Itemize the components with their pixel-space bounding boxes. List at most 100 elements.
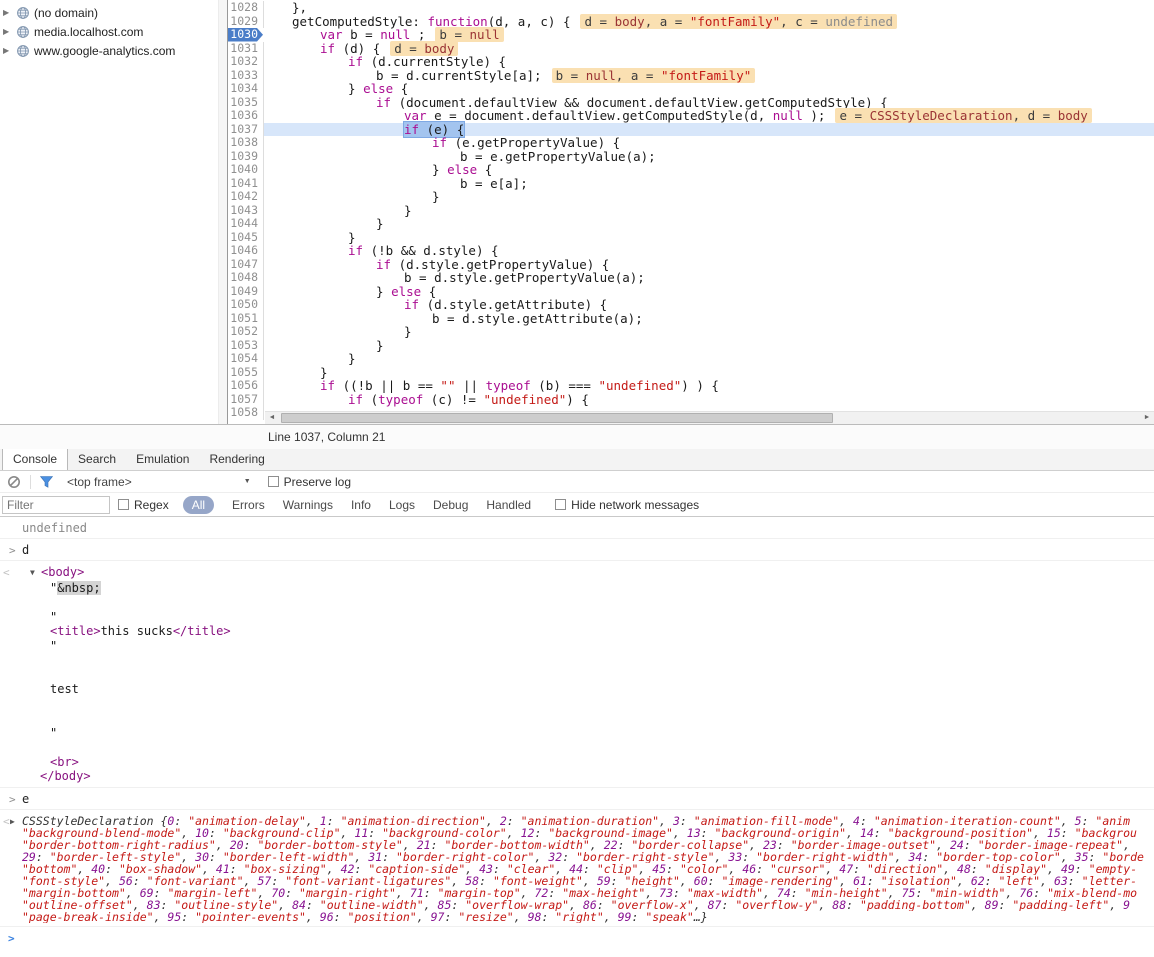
scroll-right-icon[interactable]: ► [1140, 412, 1154, 424]
file-tree-item[interactable]: ▶ www.google-analytics.com [0, 41, 227, 60]
expand-triangle-icon[interactable]: ▶ [10, 817, 15, 826]
filter-funnel-icon[interactable] [40, 475, 53, 488]
result-text: undefined [22, 521, 88, 535]
dom-tree-line [30, 697, 1148, 712]
dom-tree-line: <title>this sucks</title> [50, 624, 231, 638]
line-number[interactable]: 1045 [228, 230, 264, 244]
scroll-left-icon[interactable]: ◄ [265, 412, 279, 424]
result-marker-icon: < [3, 814, 10, 828]
sidebar-scrollbar[interactable] [218, 0, 227, 424]
line-number[interactable]: 1041 [228, 176, 264, 190]
preserve-log-toggle[interactable]: Preserve log [267, 474, 352, 489]
preserve-log-label: Preserve log [283, 474, 352, 489]
code-lines: 1028}, 1029 getComputedStyle: function(d, … [228, 0, 1154, 420]
toolbar-divider [30, 474, 31, 489]
horizontal-scrollbar[interactable]: ◄ ► [265, 411, 1154, 424]
tab-rendering[interactable]: Rendering [199, 449, 274, 470]
line-number[interactable]: 1040 [228, 162, 264, 177]
hide-network-toggle[interactable]: Hide network messages [555, 498, 699, 512]
level-filter-all[interactable]: All [182, 495, 215, 514]
line-number[interactable]: 1058 [228, 405, 264, 420]
line-number[interactable]: 1031 [228, 41, 264, 55]
code-line: 1046 if (!b && d.style) { [228, 243, 1154, 258]
dom-tree-line: <br> [50, 754, 79, 769]
frame-selector[interactable]: <top frame> ▼ [67, 475, 251, 489]
debugger-value-annotation: e = CSSStyleDeclaration, d = body [835, 108, 1092, 123]
chevron-down-icon: ▼ [243, 478, 251, 485]
line-number[interactable]: 1048 [228, 270, 264, 285]
line-number[interactable]: 1032 [228, 54, 264, 69]
level-filter-errors[interactable]: Errors [232, 498, 265, 512]
tab-search[interactable]: Search [68, 449, 126, 470]
tab-emulation[interactable]: Emulation [126, 449, 199, 470]
clear-console-icon[interactable] [7, 475, 21, 489]
code-line: 1047 if (d.style.getPropertyValue) { [228, 257, 1154, 271]
input-marker-icon: > [9, 544, 16, 557]
domain-label: media.localhost.com [34, 24, 144, 39]
level-filter-handled[interactable]: Handled [486, 498, 531, 512]
domain-label: www.google-analytics.com [34, 43, 176, 58]
level-filter-warnings[interactable]: Warnings [283, 498, 333, 512]
line-number[interactable]: 1051 [228, 311, 264, 325]
line-number[interactable]: 1042 [228, 189, 264, 204]
globe-icon [17, 6, 29, 19]
line-number[interactable]: 1055 [228, 365, 264, 379]
code-line: 1056 if ((!b || b == "" || typeof (b) ===… [228, 378, 1154, 393]
disclosure-triangle-icon: ▶ [3, 27, 10, 36]
code-line: 1052} [228, 324, 1154, 339]
line-number[interactable]: 1034 [228, 81, 264, 96]
globe-icon [17, 25, 29, 38]
line-number[interactable]: 1039 [228, 149, 264, 163]
console-prompt[interactable]: > [0, 927, 1154, 957]
console-message: > e [0, 788, 1154, 810]
hide-network-checkbox[interactable] [555, 499, 567, 510]
line-number[interactable]: 1035 [228, 95, 264, 109]
breakpoint-line-number[interactable]: 1030 [228, 28, 263, 42]
filter-input[interactable] [2, 495, 110, 514]
regex-checkbox[interactable] [118, 499, 129, 510]
line-number[interactable]: 1046 [228, 243, 264, 258]
line-number[interactable]: 1043 [228, 203, 264, 217]
execution-line: if (e) { [264, 121, 1154, 137]
dom-tree-line: " [50, 725, 58, 740]
code-line: 1053} [228, 338, 1154, 352]
level-filter-logs[interactable]: Logs [389, 498, 415, 512]
line-number[interactable]: 1028 [228, 0, 264, 15]
disclosure-triangle-icon: ▶ [3, 46, 10, 55]
regex-toggle[interactable]: Regex [118, 498, 169, 512]
source-editor[interactable]: 1028}, 1029 getComputedStyle: function(d, … [228, 0, 1154, 424]
file-tree-item[interactable]: ▶ (no domain) [0, 3, 227, 22]
object-preview: CSSStyleDeclaration {0: "animation-delay… [22, 814, 1144, 923]
line-number[interactable]: 1047 [228, 257, 264, 271]
collapse-triangle-icon[interactable]: ▼ [30, 566, 41, 581]
dom-tree-line: "&nbsp; [50, 580, 101, 595]
frame-selector-label: <top frame> [67, 474, 132, 489]
code-line: 1055} [228, 365, 1154, 379]
tab-console[interactable]: Console [2, 449, 69, 470]
line-number[interactable]: 1053 [228, 338, 264, 352]
file-tree-item[interactable]: ▶ media.localhost.com [0, 22, 227, 41]
line-number[interactable]: 1057 [228, 392, 264, 406]
scrollbar-thumb[interactable] [281, 413, 833, 423]
line-number[interactable]: 1049 [228, 284, 264, 298]
line-number[interactable]: 1056 [228, 378, 264, 393]
line-number[interactable]: 1033 [228, 68, 264, 82]
regex-label: Regex [134, 497, 169, 512]
console-output: undefined > d < ▼ <body> "&nbsp; " <title>this … [0, 517, 1154, 957]
line-number[interactable]: 1050 [228, 297, 264, 312]
domain-label: (no domain) [34, 5, 99, 20]
dom-tree-line [30, 595, 1148, 610]
line-number[interactable]: 1054 [228, 351, 264, 366]
code-line: 1029 getComputedStyle: function(d, a, c) … [228, 13, 1154, 29]
line-number[interactable]: 1036 [228, 108, 264, 123]
result-marker-icon: < [3, 566, 10, 579]
line-number[interactable]: 1052 [228, 324, 264, 339]
line-number[interactable]: 1029 [228, 14, 264, 28]
level-filter-info[interactable]: Info [351, 498, 371, 512]
line-number[interactable]: 1038 [228, 135, 264, 150]
line-number[interactable]: 1037 [228, 122, 264, 136]
dom-tree-line [30, 740, 1148, 755]
preserve-log-checkbox[interactable] [267, 476, 279, 487]
level-filter-debug[interactable]: Debug [433, 498, 468, 512]
line-number[interactable]: 1044 [228, 216, 264, 231]
